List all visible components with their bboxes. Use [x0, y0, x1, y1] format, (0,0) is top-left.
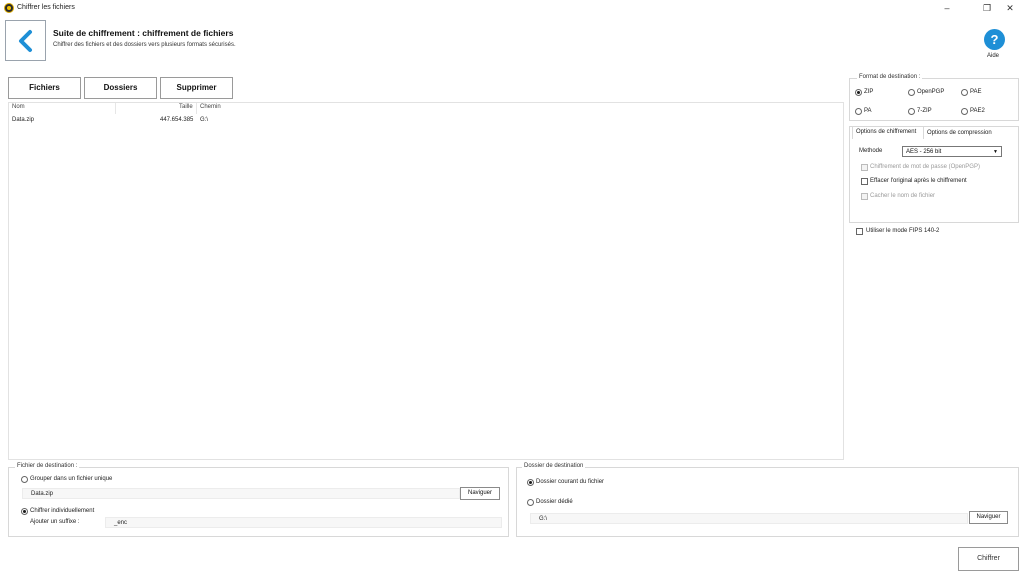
help-label[interactable]: Aide: [987, 53, 999, 59]
back-arrow-icon: [19, 30, 32, 52]
page-title: Suite de chiffrement : chiffrement de fi…: [53, 28, 234, 38]
format-pa-label[interactable]: PA: [864, 108, 872, 114]
dedicated-folder-label[interactable]: Dossier dédié: [536, 499, 573, 505]
column-header-path[interactable]: Chemin: [200, 104, 221, 110]
dest-file-title: Fichier de destination :: [15, 463, 80, 469]
file-path-cell[interactable]: G:\: [200, 117, 208, 123]
add-folders-button[interactable]: Dossiers: [84, 77, 157, 99]
pwd-encrypt-label: Chiffrement de mot de passe (OpenPGP): [870, 164, 980, 170]
suffix-input[interactable]: _enc: [105, 517, 502, 528]
title-bar: Chiffrer les fichiers – ❐ ✕: [0, 0, 1024, 16]
column-header-size[interactable]: Taille: [179, 104, 193, 110]
encrypt-individually-radio[interactable]: [21, 508, 28, 515]
format-7zip-label[interactable]: 7-ZIP: [917, 108, 932, 114]
tab-compression-options[interactable]: Options de compression: [927, 130, 992, 136]
format-zip-label[interactable]: ZIP: [864, 89, 873, 95]
format-7zip-radio[interactable]: [908, 108, 915, 115]
group-filename-input[interactable]: Data.zip: [22, 488, 460, 499]
dest-folder-title: Dossier de destination: [522, 463, 586, 469]
column-header-name[interactable]: Nom: [12, 104, 25, 110]
page-subtitle: Chiffrer des fichiers et des dossiers ve…: [53, 42, 236, 48]
current-folder-label[interactable]: Dossier courant du fichier: [536, 479, 604, 485]
format-pae2-radio[interactable]: [961, 108, 968, 115]
fips-label[interactable]: Utiliser le mode FIPS 140-2: [866, 228, 939, 234]
method-value: AES - 256 bit: [906, 149, 942, 155]
format-group: [849, 78, 1019, 121]
window-title: Chiffrer les fichiers: [17, 4, 75, 11]
format-openpgp-radio[interactable]: [908, 89, 915, 96]
hide-name-label: Cacher le nom de fichier: [870, 193, 936, 199]
file-size-cell[interactable]: 447.654.385: [160, 117, 193, 123]
format-pae2-label[interactable]: PAE2: [970, 108, 985, 114]
group-single-label[interactable]: Grouper dans un fichier unique: [30, 476, 112, 482]
format-group-title: Format de destination :: [857, 74, 923, 80]
maximize-button[interactable]: ❐: [976, 2, 998, 14]
pwd-encrypt-checkbox[interactable]: [861, 164, 868, 171]
suffix-label: Ajouter un suffixe :: [30, 519, 80, 525]
dest-file-browse-button[interactable]: Naviguer: [460, 487, 500, 500]
chevron-down-icon: ▼: [993, 149, 998, 155]
delete-original-label[interactable]: Effacer l'original après le chiffrement: [870, 178, 967, 184]
delete-original-checkbox[interactable]: [861, 178, 868, 185]
file-name-cell[interactable]: Data.zip: [12, 117, 34, 123]
column-separator[interactable]: [115, 103, 116, 114]
format-zip-radio[interactable]: [855, 89, 862, 96]
encrypt-button[interactable]: Chiffrer: [958, 547, 1019, 571]
options-panel: [849, 126, 1019, 223]
method-label: Methode: [859, 148, 883, 154]
group-single-radio[interactable]: [21, 476, 28, 483]
dest-folder-group: [516, 467, 1019, 537]
format-pae-label[interactable]: PAE: [970, 89, 982, 95]
dedicated-folder-radio[interactable]: [527, 499, 534, 506]
dest-folder-browse-button[interactable]: Naviguer: [969, 511, 1008, 524]
minimize-button[interactable]: –: [936, 2, 958, 14]
method-select[interactable]: AES - 256 bit ▼: [902, 146, 1002, 157]
column-separator[interactable]: [196, 103, 197, 114]
file-list[interactable]: [8, 102, 844, 460]
help-icon[interactable]: ?: [984, 29, 1005, 50]
app-icon: [4, 3, 14, 13]
dedicated-folder-input[interactable]: G:\: [530, 513, 968, 524]
add-files-button[interactable]: Fichiers: [8, 77, 81, 99]
hide-name-checkbox[interactable]: [861, 193, 868, 200]
format-pa-radio[interactable]: [855, 108, 862, 115]
fips-checkbox[interactable]: [856, 228, 863, 235]
format-openpgp-label[interactable]: OpenPGP: [917, 89, 944, 95]
tab-encryption-label[interactable]: Options de chiffrement: [856, 129, 916, 135]
current-folder-radio[interactable]: [527, 479, 534, 486]
encrypt-individually-label[interactable]: Chiffrer individuellement: [30, 508, 94, 514]
back-button[interactable]: [5, 20, 46, 61]
format-pae-radio[interactable]: [961, 89, 968, 96]
remove-button[interactable]: Supprimer: [160, 77, 233, 99]
close-button[interactable]: ✕: [999, 2, 1021, 14]
